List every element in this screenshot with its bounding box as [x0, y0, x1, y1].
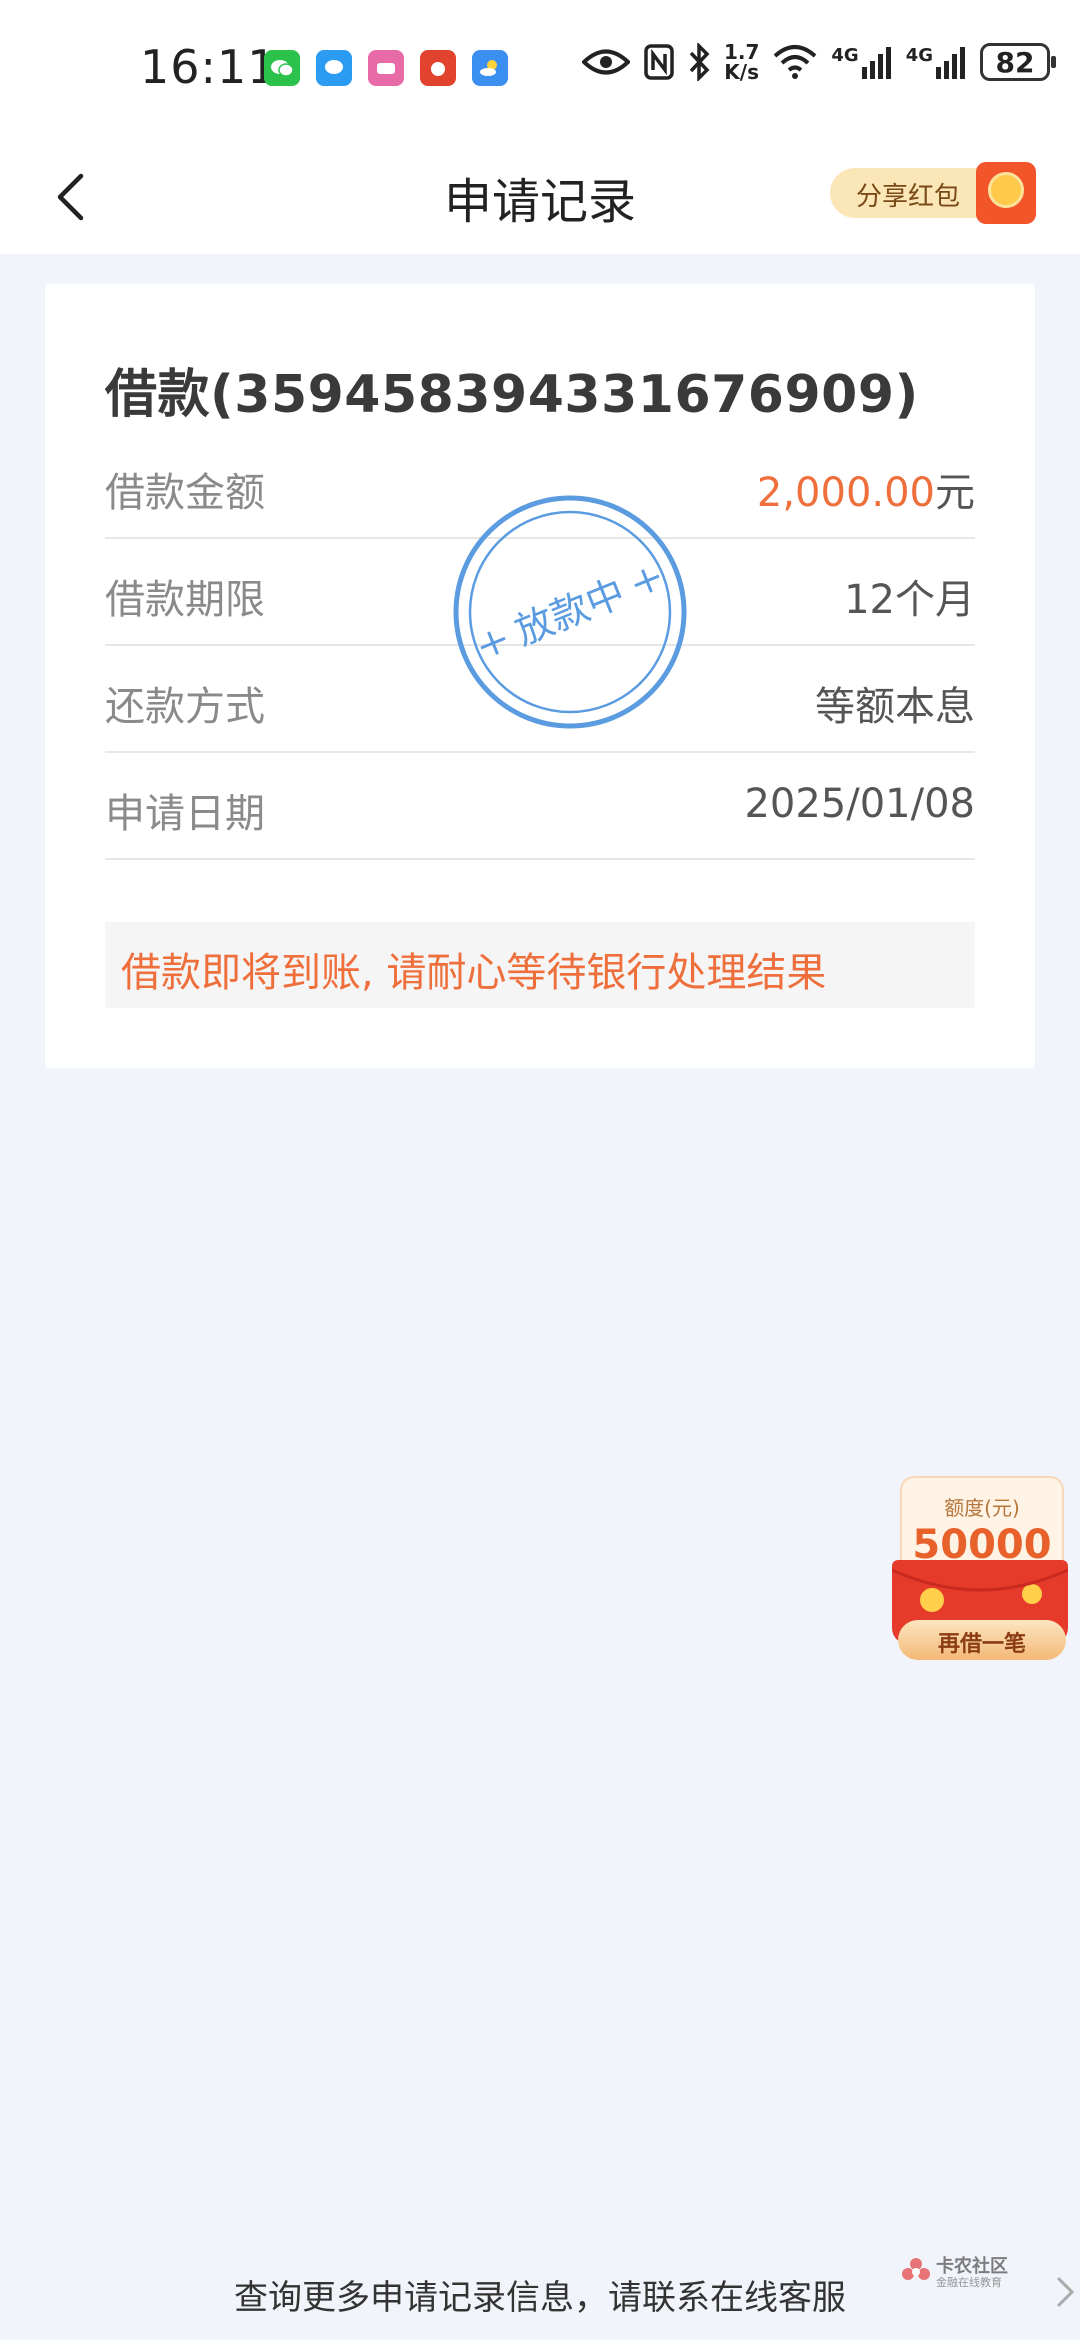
flower-logo-icon	[902, 2258, 930, 2280]
share-label: 分享红包	[856, 182, 961, 212]
clock: 16:11	[140, 40, 278, 94]
row-value: 2,000.00元	[756, 470, 975, 516]
system-icons: 1.7 K/s 4G 4G 82	[581, 40, 1056, 84]
status-notice: 借款即将到账, 请耐心等待银行处理结果	[105, 922, 975, 1008]
status-bar: 16:11 1.7 K/s 4G 4G 82	[0, 0, 1080, 140]
coin-icon	[988, 172, 1024, 208]
bilibili-icon	[368, 50, 404, 86]
row-label: 还款方式	[105, 684, 265, 730]
row-value: 2025/01/08	[744, 781, 975, 827]
row-label: 借款金额	[105, 470, 265, 516]
battery-icon: 82	[980, 43, 1056, 81]
row-value: 等额本息	[815, 684, 975, 730]
share-red-packet-button[interactable]: 分享红包	[830, 162, 1040, 224]
network-speed: 1.7 K/s	[723, 40, 760, 84]
status-stamp: 放款中	[452, 494, 688, 730]
nav-header: 申请记录 分享红包	[0, 140, 1080, 254]
row-apply-date: 申请日期 2025/01/08	[105, 753, 975, 860]
wifi-icon	[774, 45, 817, 79]
loan-title: 借款(359458394331676909)	[105, 365, 919, 425]
row-value: 12个月	[844, 577, 975, 623]
borrow-again-button[interactable]: 再借一笔	[898, 1620, 1066, 1660]
watermark-logo: 卡农社区 金融在线教育	[900, 2252, 1030, 2296]
signal-2-icon: 4G	[906, 45, 966, 79]
weather-icon	[472, 50, 508, 86]
chevron-right-icon	[1056, 2276, 1075, 2308]
borrow-again-widget[interactable]: 额度(元) 50000 再借一笔	[886, 1468, 1076, 1668]
nfc-icon	[644, 44, 674, 80]
row-label: 借款期限	[105, 577, 265, 623]
wechat-icon	[264, 50, 300, 86]
stamp-text: 放款中	[509, 570, 631, 654]
game-app-icon	[420, 50, 456, 86]
signal-1-icon: 4G	[831, 45, 891, 79]
credit-limit-label: 额度(元)	[944, 1496, 1020, 1520]
eye-icon	[581, 49, 630, 75]
messages-icon	[316, 50, 352, 86]
row-label: 申请日期	[105, 791, 265, 837]
notification-icons	[264, 50, 508, 86]
bluetooth-icon	[689, 43, 710, 81]
